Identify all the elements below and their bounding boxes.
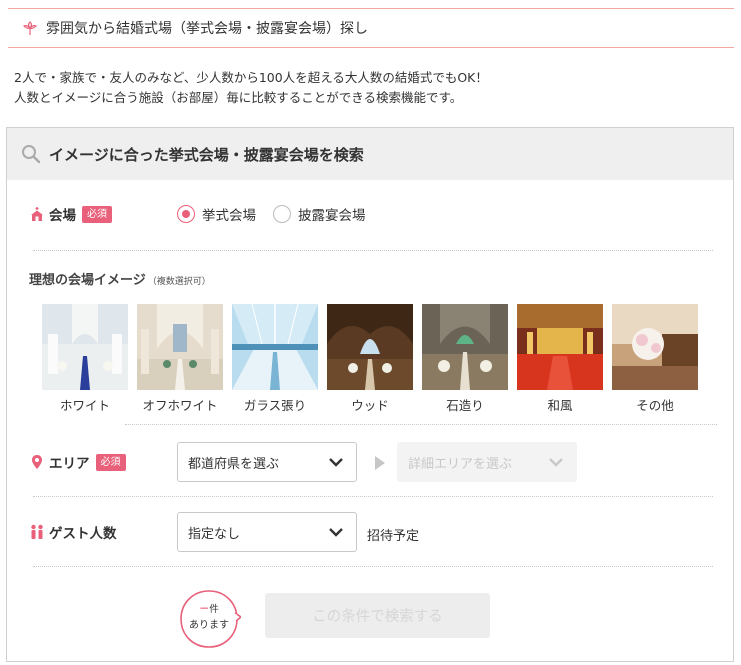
prefecture-select-value: 都道府県を選ぶ [188,456,280,472]
radio-unchecked-icon [273,205,291,223]
japanese-room-photo [517,304,603,390]
intro-line-1: 2人で・家族で・友人のみなど、少人数から100人を超える大人数の結婚式でもOK！ [14,70,488,85]
guest-count-select-value: 指定なし [188,526,241,542]
venue-image-white[interactable]: ホワイト [42,304,128,414]
guest-count-label-text: ゲスト人数 [49,526,117,542]
white-chapel-photo [42,304,128,390]
result-count-text: あります [189,620,229,631]
venue-image-other-caption: その他 [636,398,674,413]
radio-reception-venue[interactable]: 披露宴会場 [273,204,366,224]
result-count-unit: 件 [209,604,219,615]
required-badge: 必須 [95,453,126,471]
venue-image-stone-caption: 石造り [446,398,484,413]
location-pin-icon [32,455,42,469]
venue-image-other[interactable]: その他 [612,304,698,414]
search-panel-title: イメージに合った挙式会場・披露宴会場を検索 [49,145,364,164]
venue-image-japanese[interactable]: 和風 [517,304,603,414]
page-title: 雰囲気から結婚式場（挙式会場・披露宴会場）探し [46,21,368,37]
guest-count-select[interactable]: 指定なし [177,512,357,552]
venue-image-japanese-caption: 和風 [547,398,573,413]
divider [33,566,713,567]
result-count-value: － [199,604,210,615]
venue-type-label-text: 会場 [49,208,76,224]
radio-reception-venue-label: 披露宴会場 [298,208,366,224]
divider [125,424,717,425]
stone-chapel-photo [422,304,508,390]
search-panel: イメージに合った挙式会場・披露宴会場を検索 会場 必須 挙式会場 披露宴会場 理… [6,127,734,662]
detail-area-select[interactable]: 詳細エリアを選ぶ [397,442,577,482]
radio-ceremony-venue[interactable]: 挙式会場 [177,204,256,224]
detail-area-select-value: 詳細エリアを選ぶ [408,456,513,472]
venue-image-glass-caption: ガラス張り [243,398,307,413]
venue-image-stone[interactable]: 石造り [422,304,508,414]
offwhite-chapel-photo [137,304,223,390]
required-badge: 必須 [82,205,112,223]
arrow-right-icon [375,456,385,470]
result-count-bubble: －件 あります [179,589,241,649]
venue-image-label: 理想の会場イメージ （複数選択可） [29,269,211,288]
other-venue-photo [612,304,698,390]
area-label: エリア 必須 [29,452,126,472]
wood-chapel-photo [327,304,413,390]
people-icon [31,524,43,539]
guest-count-suffix: 招待予定 [367,529,420,544]
search-icon [22,145,41,164]
glass-chapel-photo [232,304,318,390]
area-label-text: エリア [49,456,90,472]
chevron-down-icon [329,458,343,467]
radio-ceremony-venue-label: 挙式会場 [202,208,256,224]
intro-text: 2人で・家族で・友人のみなど、少人数から100人を超える大人数の結婚式でもOK！… [14,68,488,108]
page-header: 雰囲気から結婚式場（挙式会場・披露宴会場）探し [8,8,734,48]
venue-image-wood[interactable]: ウッド [327,304,413,414]
venue-type-label: 会場 必須 [29,204,112,224]
prefecture-select[interactable]: 都道府県を選ぶ [177,442,357,482]
divider [33,250,713,251]
guest-count-label: ゲスト人数 [29,522,117,542]
venue-image-white-caption: ホワイト [59,398,110,413]
chapel-icon [31,207,43,221]
venue-image-glass[interactable]: ガラス張り [232,304,318,414]
intro-line-2: 人数とイメージに合う施設（お部屋）毎に比較することができる検索機能です。 [14,90,463,105]
search-panel-header: イメージに合った挙式会場・披露宴会場を検索 [7,128,733,180]
venue-image-label-text: 理想の会場イメージ [29,273,146,288]
venue-image-offwhite[interactable]: オフホワイト [137,304,223,414]
chevron-down-icon [549,458,563,467]
search-button[interactable]: この条件で検索する [265,593,490,638]
chevron-down-icon [329,528,343,537]
flower-icon [22,21,38,35]
venue-image-note: （複数選択可） [147,277,211,287]
radio-checked-icon [177,205,195,223]
venue-image-wood-caption: ウッド [351,398,389,413]
divider [33,496,713,497]
result-count: －件 [179,600,239,615]
venue-image-offwhite-caption: オフホワイト [142,398,218,413]
